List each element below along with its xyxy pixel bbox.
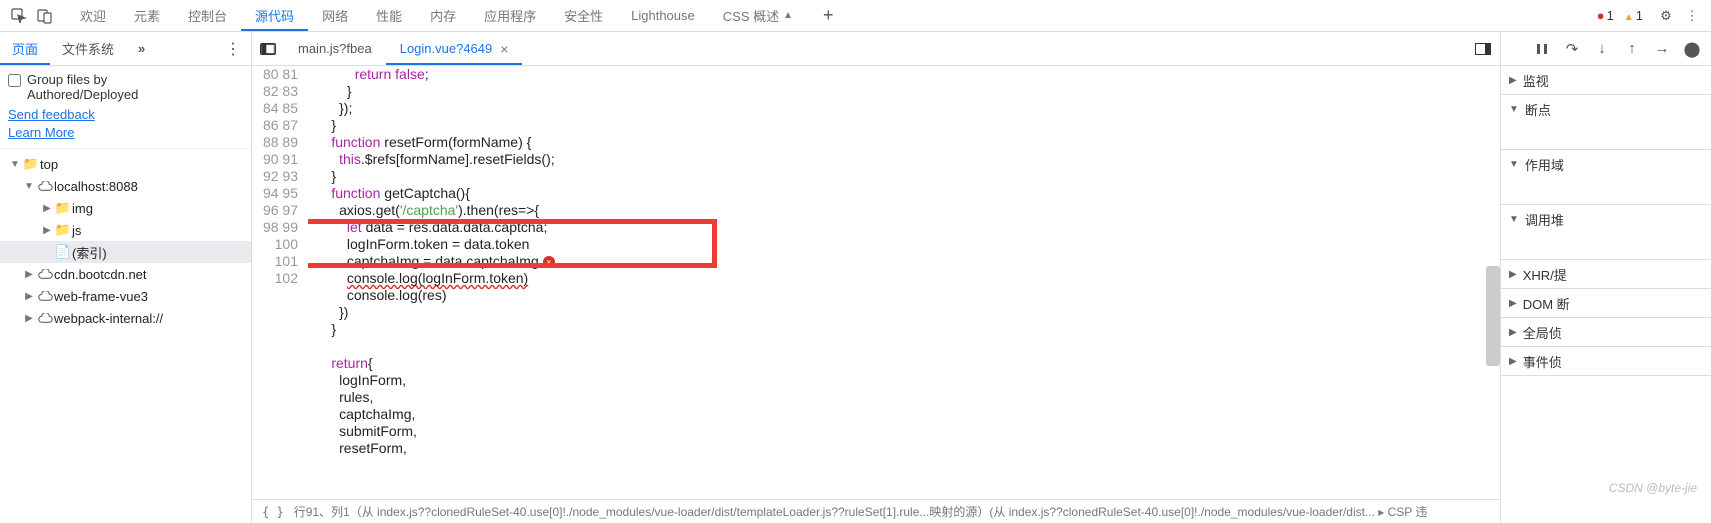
debug-section-header[interactable]: ▼调用堆 (1501, 205, 1711, 233)
left-kebab-icon[interactable]: ⋮ (215, 39, 251, 59)
file-tabs: main.js?fbea Login.vue?4649 × (252, 32, 1500, 66)
left-subtabs: 页面文件系统 » ⋮ (0, 32, 251, 66)
debug-section: ▶全局侦 (1501, 318, 1711, 347)
file-tab[interactable]: Login.vue?4649 × (386, 32, 523, 65)
left-tab-页面[interactable]: 页面 (0, 32, 50, 65)
devtools-tab-安全性[interactable]: 安全性 (550, 0, 617, 31)
devtools-tab-源代码[interactable]: 源代码 (241, 0, 308, 31)
editor-statusbar: { } 行91、列1（从 index.js??clonedRuleSet-40.… (252, 499, 1500, 523)
group-files-checkbox[interactable] (8, 74, 21, 87)
left-tab-文件系统[interactable]: 文件系统 (50, 32, 126, 65)
line-gutter: 80 81 82 83 84 85 86 87 88 89 90 91 92 9… (252, 66, 308, 499)
device-toggle-icon[interactable] (32, 3, 58, 29)
file-tree: ▼📁top▼localhost:8088▶📁img▶📁js📄(索引)▶cdn.b… (0, 149, 251, 523)
devtools-tab-元素[interactable]: 元素 (120, 0, 174, 31)
scrollbar-thumb[interactable] (1486, 266, 1500, 366)
step-over-icon[interactable]: ↷ (1563, 40, 1581, 58)
center-panel: main.js?fbea Login.vue?4649 × 80 81 82 83 … (252, 32, 1501, 523)
topbar-status[interactable]: 1 1 (1587, 8, 1653, 23)
devtools-topbar: 欢迎元素控制台源代码网络性能内存应用程序安全性LighthouseCSS 概述▲… (0, 0, 1711, 32)
tree-node[interactable]: ▶webpack-internal:// (0, 307, 251, 329)
step-icon[interactable]: → (1653, 40, 1671, 58)
debug-section-header[interactable]: ▶监视 (1501, 66, 1711, 94)
tree-node[interactable]: ▼localhost:8088 (0, 175, 251, 197)
debug-section: ▶事件侦 (1501, 347, 1711, 376)
tree-node[interactable]: ▶web-frame-vue3 (0, 285, 251, 307)
error-count[interactable]: 1 (1597, 8, 1614, 23)
split-view-icon[interactable] (1466, 43, 1500, 55)
code-content[interactable]: return false; } }); } function resetForm… (308, 66, 1500, 457)
error-marker-icon[interactable]: × (543, 256, 555, 268)
left-more-tabs[interactable]: » (126, 32, 157, 65)
tree-node[interactable]: ▶📁img (0, 197, 251, 219)
deactivate-breakpoints-icon[interactable]: ⬤ (1683, 40, 1701, 58)
devtools-tab-CSS 概述[interactable]: CSS 概述▲ (709, 0, 807, 31)
left-panel: 页面文件系统 » ⋮ Group files byAuthored/Deploy… (0, 32, 252, 523)
pause-icon[interactable] (1533, 40, 1551, 58)
brace-indicator[interactable]: { } (262, 505, 284, 519)
debug-section: ▶监视 (1501, 66, 1711, 95)
devtools-tab-控制台[interactable]: 控制台 (174, 0, 241, 31)
tree-node[interactable]: ▼📁top (0, 153, 251, 175)
tree-node[interactable]: ▶cdn.bootcdn.net (0, 263, 251, 285)
step-out-icon[interactable]: ↑ (1623, 40, 1641, 58)
step-into-icon[interactable]: ↓ (1593, 40, 1611, 58)
devtools-tab-内存[interactable]: 内存 (416, 0, 470, 31)
warning-count[interactable]: 1 (1624, 8, 1643, 23)
devtools-main-tabs: 欢迎元素控制台源代码网络性能内存应用程序安全性LighthouseCSS 概述▲ (66, 0, 807, 31)
debug-section: ▼作用域 (1501, 150, 1711, 205)
right-panel: ↷ ↓ ↑ → ⬤ ▶监视▼断点 ▼作用域 ▼调用堆 ▶XHR/提▶DOM 断▶全局侦… (1501, 32, 1711, 523)
file-tab[interactable]: main.js?fbea (284, 32, 386, 65)
group-files-label: Group files byAuthored/Deployed (27, 72, 138, 102)
tree-node[interactable]: ▶📁js (0, 219, 251, 241)
left-options: Group files byAuthored/Deployed Send fee… (0, 66, 251, 149)
debug-section-header[interactable]: ▼断点 (1501, 95, 1711, 123)
file-tab-label: main.js?fbea (298, 41, 372, 56)
inspect-icon[interactable] (6, 3, 32, 29)
learn-more-link[interactable]: Learn More (8, 124, 243, 142)
devtools-tab-性能[interactable]: 性能 (362, 0, 416, 31)
cursor-position: 行91、列1（从 index.js??clonedRuleSet-40.use[… (294, 503, 1428, 520)
show-navigator-icon[interactable] (252, 43, 284, 55)
add-tab-button[interactable]: + (817, 5, 840, 26)
devtools-tab-应用程序[interactable]: 应用程序 (470, 0, 550, 31)
debug-section: ▼断点 (1501, 95, 1711, 150)
settings-icon[interactable]: ⚙ (1653, 3, 1679, 29)
send-feedback-link[interactable]: Send feedback (8, 106, 243, 124)
debug-section-header[interactable]: ▶全局侦 (1501, 318, 1711, 346)
devtools-tab-Lighthouse[interactable]: Lighthouse (617, 0, 709, 31)
devtools-tab-网络[interactable]: 网络 (308, 0, 362, 31)
file-tab-label: Login.vue?4649 (400, 41, 493, 56)
debug-section-header[interactable]: ▼作用域 (1501, 150, 1711, 178)
close-tab-icon[interactable]: × (500, 41, 508, 57)
debug-section: ▶XHR/提 (1501, 260, 1711, 289)
debug-section-header[interactable]: ▶事件侦 (1501, 347, 1711, 375)
kebab-menu-icon[interactable]: ⋮ (1679, 3, 1705, 29)
debugger-controls: ↷ ↓ ↑ → ⬤ (1501, 32, 1711, 66)
devtools-tab-欢迎[interactable]: 欢迎 (66, 0, 120, 31)
debug-section-header[interactable]: ▶DOM 断 (1501, 289, 1711, 317)
debug-section: ▶DOM 断 (1501, 289, 1711, 318)
debug-section-header[interactable]: ▶XHR/提 (1501, 260, 1711, 288)
debug-section: ▼调用堆 (1501, 205, 1711, 260)
tree-node[interactable]: 📄(索引) (0, 241, 251, 263)
code-editor[interactable]: 80 81 82 83 84 85 86 87 88 89 90 91 92 9… (252, 66, 1500, 499)
